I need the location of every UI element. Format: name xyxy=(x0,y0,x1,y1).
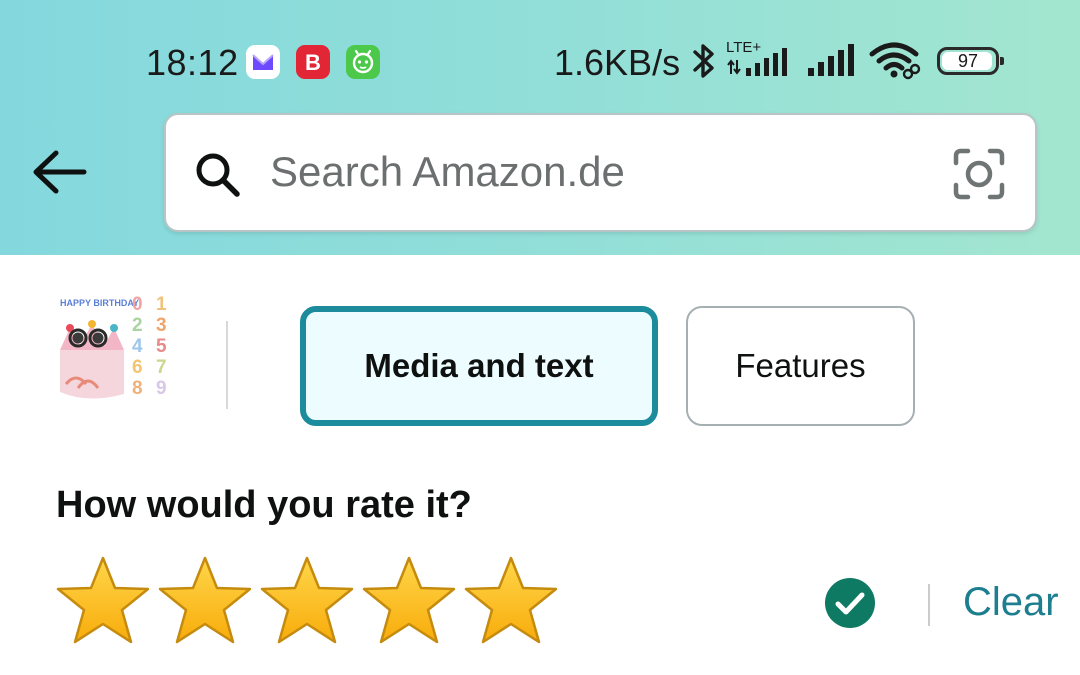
camera-lens-icon[interactable] xyxy=(952,147,1006,206)
status-time: 18:12 xyxy=(146,42,239,83)
thumbnail-number: 9 xyxy=(156,378,167,399)
network-speed: 1.6KB/s xyxy=(554,42,681,83)
thumbnail-number: 1 xyxy=(156,294,167,315)
thumbnail-number: 8 xyxy=(132,378,143,399)
thumbnail-number: 0 xyxy=(132,294,143,315)
status-bar: 18:12 B 1.6KB/s LTE+ 97 xyxy=(0,36,1080,88)
thumbnail-number: 7 xyxy=(156,357,167,378)
thumbnail-number: 2 xyxy=(132,315,143,336)
green-robot-app-icon xyxy=(346,45,380,79)
rating-heading: How would you rate it? xyxy=(56,484,472,526)
thumbnail-number: 3 xyxy=(156,315,167,336)
battery-level: 97 xyxy=(957,51,979,71)
check-circle-icon xyxy=(824,577,876,629)
battery-tip xyxy=(1000,57,1004,65)
network-type-label: LTE+ xyxy=(726,39,761,56)
star-5[interactable] xyxy=(462,554,560,646)
thumbnail-number: 5 xyxy=(156,336,167,357)
svg-text:B: B xyxy=(305,50,321,75)
product-thumbnail[interactable]: HAPPY BIRTHDAY 0123456789 xyxy=(52,288,176,410)
bluetooth-icon xyxy=(690,40,718,82)
lte-signal-icon: LTE+ xyxy=(724,36,798,80)
search-input[interactable] xyxy=(270,141,930,203)
arrow-left-icon xyxy=(33,150,87,194)
b-app-icon: B xyxy=(296,45,330,79)
star-4[interactable] xyxy=(360,554,458,646)
star-1[interactable] xyxy=(54,554,152,646)
divider xyxy=(226,321,228,409)
tab-features-label: Features xyxy=(735,347,866,384)
tab-media-and-text[interactable]: Media and text xyxy=(300,306,658,426)
tab-media-and-text-label: Media and text xyxy=(364,347,594,384)
wifi-icon xyxy=(868,40,924,82)
back-button[interactable] xyxy=(24,140,96,204)
tab-features[interactable]: Features xyxy=(686,306,915,426)
divider xyxy=(928,584,930,626)
battery-icon: 97 xyxy=(937,47,1004,75)
thumbnail-number: 4 xyxy=(132,336,143,357)
search-bar[interactable] xyxy=(164,113,1037,232)
search-icon[interactable] xyxy=(192,149,244,206)
star-2[interactable] xyxy=(156,554,254,646)
clear-rating-link[interactable]: Clear xyxy=(963,580,1059,625)
thumbnail-caption: HAPPY BIRTHDAY xyxy=(60,298,139,308)
signal-icon xyxy=(806,40,860,80)
thumbnail-number: 6 xyxy=(132,357,143,378)
proton-mail-icon xyxy=(246,45,280,79)
star-3[interactable] xyxy=(258,554,356,646)
